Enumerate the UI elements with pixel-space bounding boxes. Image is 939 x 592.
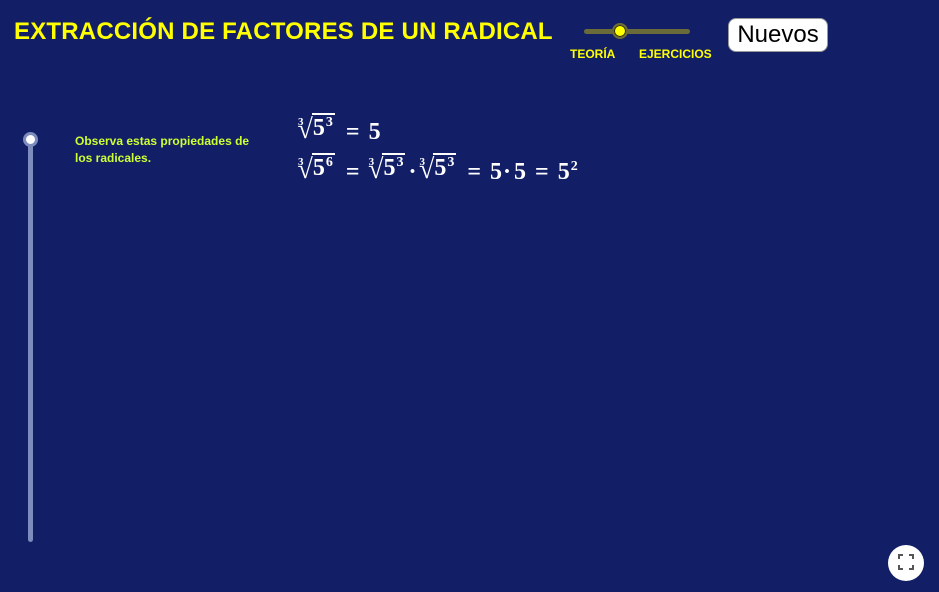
mode-label-ejercicios: EJERCICIOS <box>639 47 712 61</box>
radicand-base: 5 <box>434 155 447 181</box>
radical: 3 √ 56 <box>298 153 335 184</box>
radical-index: 3 <box>368 156 375 168</box>
power-exponent: 2 <box>570 159 578 174</box>
equals-sign: = <box>535 159 549 185</box>
radicand: 53 <box>433 153 457 184</box>
new-exercises-button[interactable]: Nuevos <box>728 18 828 52</box>
mode-label-teoria: TEORÍA <box>570 47 616 61</box>
radical-index: 3 <box>419 156 425 168</box>
radicand-base: 5 <box>312 115 325 141</box>
page-title: EXTRACCIÓN DE FACTORES DE UN RADICAL <box>14 18 553 45</box>
radicand: 53 <box>382 153 406 184</box>
radical-index: 3 <box>298 156 304 168</box>
mode-slider-thumb[interactable] <box>612 23 628 39</box>
factor: 5 <box>514 159 527 185</box>
mode-slider-track[interactable] <box>584 29 690 34</box>
radical: 3 √ 53 <box>368 153 406 184</box>
radicand-exponent: 6 <box>325 155 333 170</box>
power-base: 5 <box>557 159 570 185</box>
step-slider-thumb[interactable] <box>23 132 38 147</box>
fullscreen-icon <box>898 553 914 573</box>
radicand-exponent: 3 <box>396 155 404 170</box>
radicand-base: 5 <box>383 155 396 181</box>
radical-index: 3 <box>298 116 304 128</box>
multiply-dot: · <box>408 159 417 185</box>
equals-sign: = <box>345 159 360 185</box>
equals-sign: = <box>345 119 360 145</box>
result: 5 <box>368 119 381 145</box>
hint-text: Observa estas propiedades de los radical… <box>75 134 250 165</box>
equals-sign: = <box>467 159 482 185</box>
radicand: 53 <box>311 113 335 144</box>
multiply-dot: · <box>503 159 512 185</box>
radicand-base: 5 <box>312 155 325 181</box>
radicand-exponent: 3 <box>325 115 333 130</box>
radical: 3 √ 53 <box>298 113 335 144</box>
math-line-1: 3 √ 53 = 5 <box>298 113 381 144</box>
fullscreen-button[interactable] <box>888 545 924 581</box>
step-slider-track[interactable] <box>28 139 33 542</box>
radicand-exponent: 3 <box>447 155 455 170</box>
applet-canvas: EXTRACCIÓN DE FACTORES DE UN RADICAL TEO… <box>0 0 939 592</box>
radicand: 56 <box>311 153 335 184</box>
factor: 5 <box>490 159 503 185</box>
radical: 3 √ 53 <box>419 153 457 184</box>
math-line-2: 3 √ 56 = 3 √ 53 · 3 √ 53 = 5 · 5 = 52 <box>298 153 578 184</box>
